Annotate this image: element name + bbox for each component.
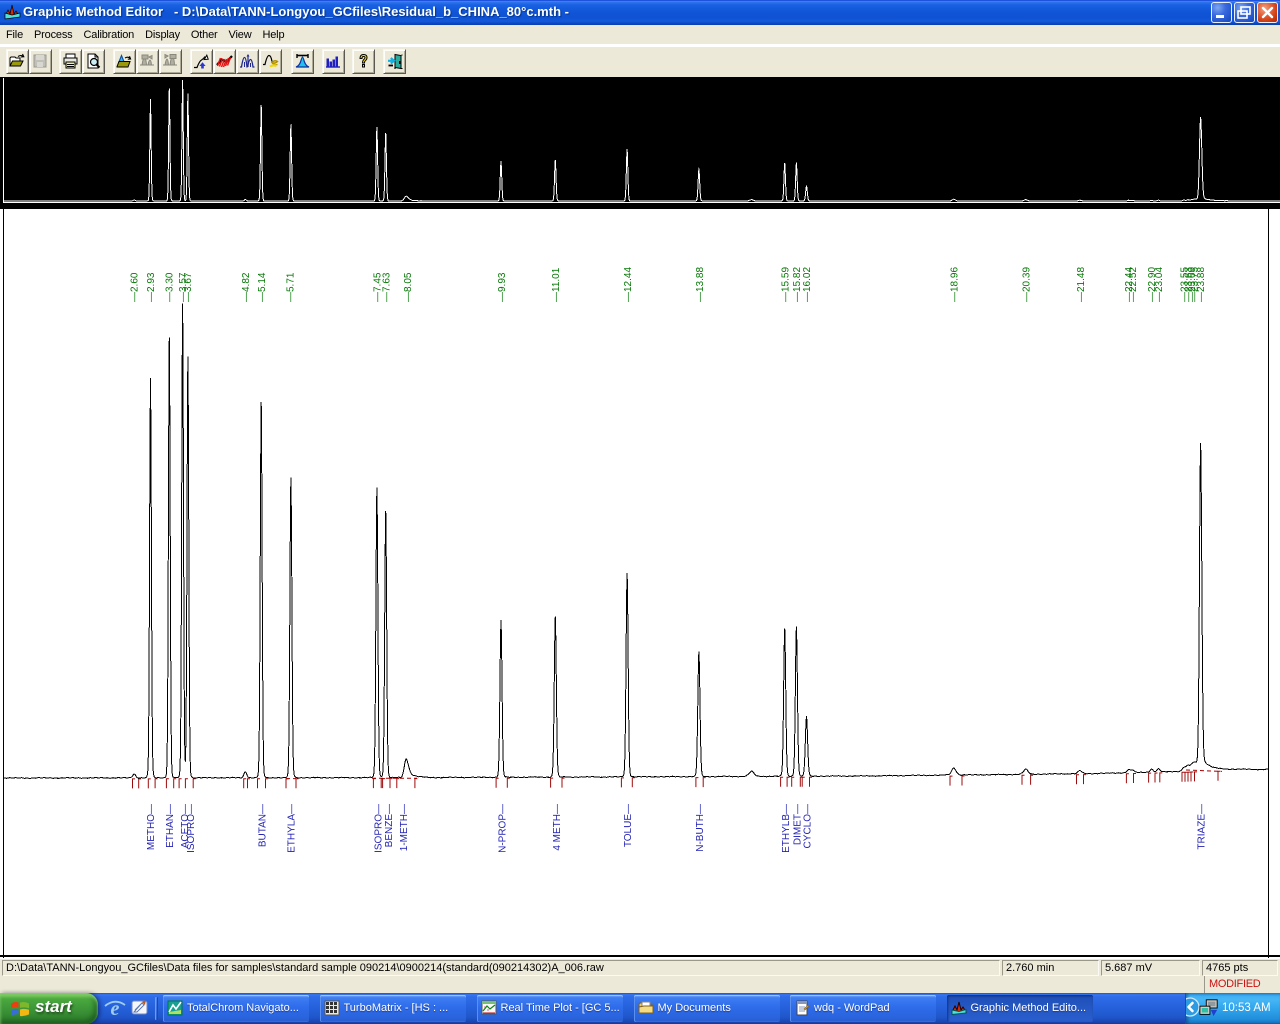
svg-text:ETHAN—: ETHAN—	[165, 804, 176, 848]
svg-text:—21.48: —21.48	[1076, 267, 1087, 302]
svg-text:ETHYLB—: ETHYLB—	[781, 804, 792, 853]
svg-text:ISOPRO—: ISOPRO—	[186, 804, 197, 853]
svg-text:—11.01: —11.01	[551, 267, 562, 302]
svg-text:—2.93: —2.93	[146, 272, 157, 302]
svg-text:BUTAN—: BUTAN—	[257, 804, 268, 847]
svg-text:TOLUE—: TOLUE—	[623, 804, 634, 847]
svg-text:—23.04: —23.04	[1154, 267, 1165, 302]
svg-text:—5.14: —5.14	[257, 272, 268, 302]
svg-text:—16.02: —16.02	[802, 267, 813, 302]
svg-text:BENZE—: BENZE—	[384, 804, 395, 847]
svg-text:—23.88: —23.88	[1196, 267, 1207, 302]
svg-text:—20.39: —20.39	[1021, 267, 1032, 302]
svg-text:—12.44: —12.44	[623, 267, 634, 302]
svg-text:—15.59: —15.59	[781, 267, 792, 302]
svg-text:—22.52: —22.52	[1128, 267, 1139, 302]
svg-text:—7.63: —7.63	[382, 272, 393, 302]
svg-text:—5.71: —5.71	[286, 272, 297, 302]
svg-text:—13.88: —13.88	[695, 267, 706, 302]
svg-text:—4.82: —4.82	[241, 272, 252, 302]
svg-text:TRIAZE—: TRIAZE—	[1197, 804, 1208, 850]
svg-text:1-METH—: 1-METH—	[399, 804, 410, 851]
svg-text:—3.30: —3.30	[165, 272, 176, 302]
svg-text:N-PROP—: N-PROP—	[497, 804, 508, 853]
svg-text:METHO—: METHO—	[146, 804, 157, 850]
svg-text:—3.67: —3.67	[183, 272, 194, 302]
svg-text:ETHYLA—: ETHYLA—	[286, 804, 297, 853]
svg-text:—8.05: —8.05	[403, 272, 414, 302]
svg-text:4 METH—: 4 METH—	[552, 804, 563, 851]
svg-text:N-BUTH—: N-BUTH—	[695, 804, 706, 852]
svg-text:CYCLO—: CYCLO—	[802, 804, 813, 848]
svg-text:—2.60: —2.60	[130, 272, 141, 302]
svg-text:—18.96: —18.96	[950, 267, 961, 302]
svg-text:—9.93: —9.93	[497, 272, 508, 302]
